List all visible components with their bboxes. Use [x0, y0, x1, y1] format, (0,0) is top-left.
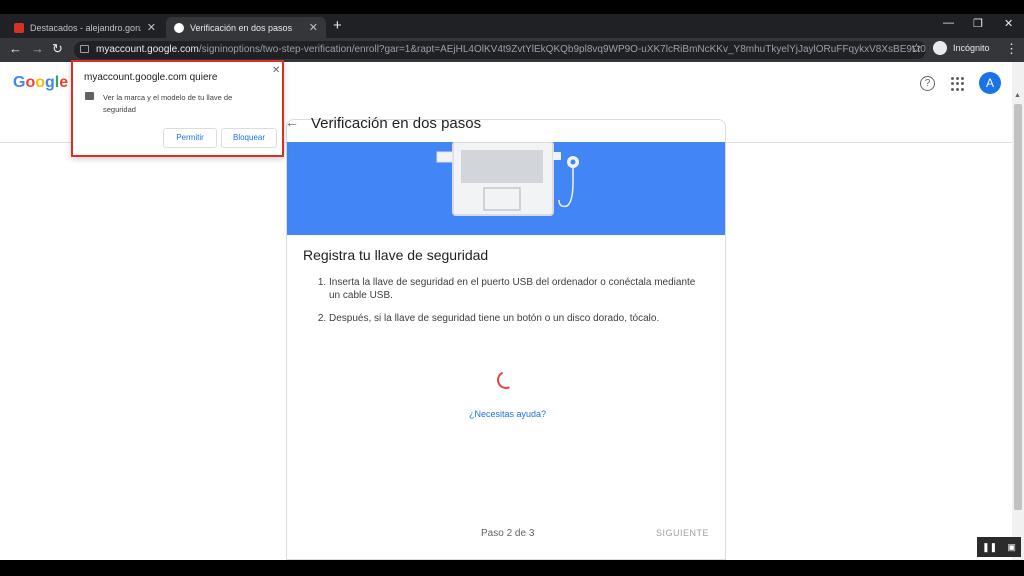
maximize-button[interactable]: ❐: [973, 17, 983, 30]
incognito-icon: [933, 41, 947, 55]
bottom-bar: [0, 560, 1024, 576]
need-help-link[interactable]: ¿Necesitas ayuda?: [469, 409, 546, 419]
browser-menu-icon[interactable]: ⋮: [1005, 41, 1018, 57]
block-button[interactable]: Bloquear: [221, 128, 277, 148]
popup-description: Ver la marca y el modelo de tu llave de …: [103, 93, 233, 114]
tab-title: Destacados - alejandro.gonzales: [30, 22, 141, 33]
close-tab-icon[interactable]: ✕: [147, 21, 156, 34]
bookmark-star-icon[interactable]: ☆: [911, 41, 922, 55]
step-1: Inserta la llave de seguridad en el puer…: [329, 276, 703, 302]
incognito-indicator[interactable]: Incógnito: [933, 41, 990, 55]
tab-strip: Destacados - alejandro.gonzales ✕ Verifi…: [0, 14, 1024, 38]
apps-grid-icon[interactable]: [951, 77, 965, 91]
lock-icon[interactable]: [80, 45, 89, 53]
permission-popup: myaccount.google.com quiere ✕ Ver la mar…: [71, 60, 284, 157]
page-title: Verificación en dos pasos: [311, 115, 482, 132]
minimize-button[interactable]: —: [943, 17, 954, 29]
gmail-icon: [14, 22, 24, 33]
url-host: myaccount.google.com: [96, 44, 199, 55]
close-window-button[interactable]: ✕: [1004, 17, 1013, 30]
tab-gmail[interactable]: Destacados - alejandro.gonzales ✕: [6, 17, 164, 38]
step-counter: Paso 2 de 3: [481, 528, 535, 539]
close-popup-icon[interactable]: ✕: [272, 65, 280, 76]
instruction-steps: Inserta la llave de seguridad en el puer…: [313, 276, 703, 335]
back-button[interactable]: ←: [9, 41, 22, 56]
pause-icon[interactable]: ❚❚: [982, 542, 997, 553]
help-icon[interactable]: ?: [920, 76, 935, 91]
card-heading: Registra tu llave de seguridad: [303, 247, 489, 263]
new-tab-button[interactable]: +: [333, 17, 342, 34]
url-path: /signinoptions/two-step-verification/enr…: [198, 44, 926, 55]
allow-button[interactable]: Permitir: [163, 128, 217, 148]
scroll-up-icon[interactable]: ▲: [1014, 92, 1021, 99]
tab-two-step-verification[interactable]: Verificación en dos pasos ✕: [166, 17, 326, 38]
security-key-illustration: [287, 141, 725, 235]
media-controls: ❚❚ ▣: [977, 537, 1021, 557]
popup-title: myaccount.google.com quiere: [84, 72, 218, 83]
account-avatar[interactable]: A: [979, 72, 1001, 94]
back-arrow-icon[interactable]: ←: [285, 114, 299, 130]
reload-button[interactable]: ↻: [52, 41, 63, 57]
address-bar[interactable]: myaccount.google.com/signinoptions/two-s…: [74, 41, 926, 59]
close-tab-icon[interactable]: ✕: [309, 21, 318, 34]
forward-button[interactable]: →: [31, 41, 44, 56]
step-2: Después, si la llave de seguridad tiene …: [329, 312, 703, 325]
scrollbar-thumb[interactable]: [1014, 104, 1022, 510]
laptop-usb-illustration: [436, 141, 579, 216]
google-icon: [174, 22, 184, 33]
incognito-label: Incógnito: [953, 43, 990, 53]
next-button[interactable]: SIGUIENTE: [656, 528, 709, 538]
tab-title: Verificación en dos pasos: [190, 22, 293, 33]
security-key-icon: [85, 92, 94, 100]
picture-in-picture-icon[interactable]: ▣: [1007, 542, 1016, 553]
